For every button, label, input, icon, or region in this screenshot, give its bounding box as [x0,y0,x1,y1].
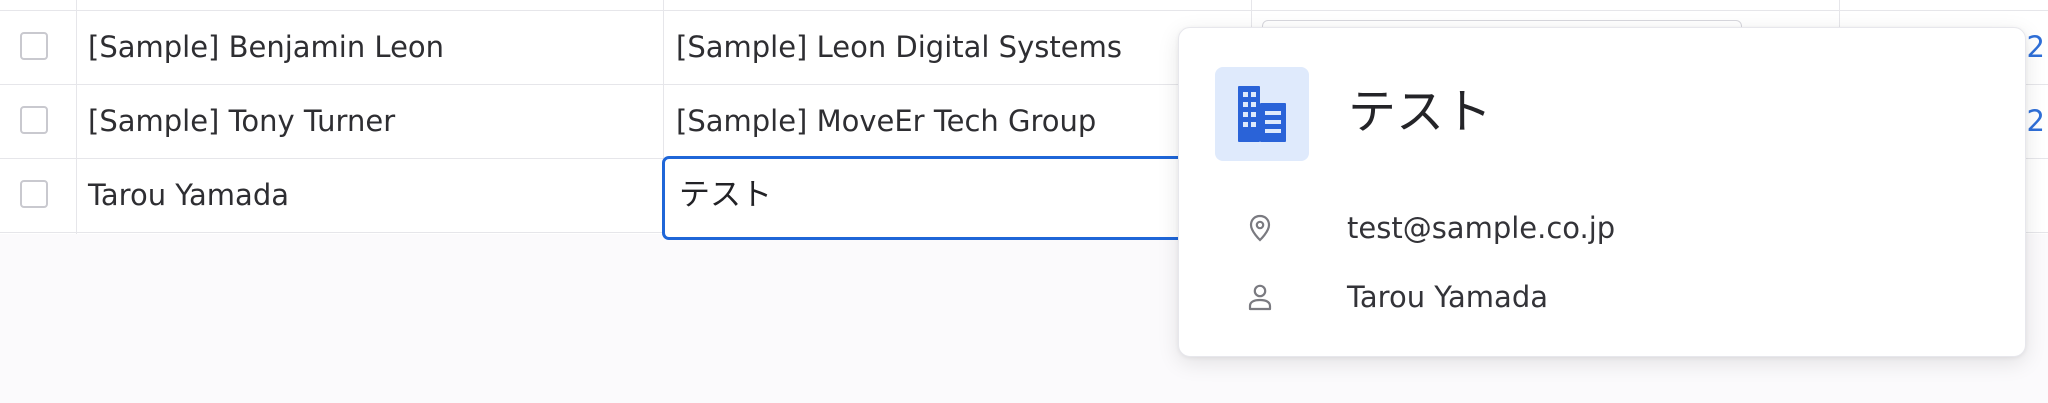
popup-contact-name: Tarou Yamada [1347,280,1549,314]
company-cell-editor-value: テスト [679,177,772,213]
contact-name-cell[interactable]: [Sample] Benjamin Leon [88,11,444,85]
row-checkbox[interactable] [20,32,48,60]
popup-contact-row: Tarou Yamada [1179,269,2027,325]
company-cell-editor[interactable]: テスト [662,156,1202,240]
location-pin-icon [1249,214,1271,242]
company-cell[interactable]: [Sample] MoveEr Tech Group [676,85,1096,159]
contact-name-cell[interactable]: [Sample] Tony Turner [88,85,395,159]
contact-name-cell[interactable]: Tarou Yamada [88,159,289,233]
popup-company-name: テスト [1348,84,1493,140]
popup-email: test@sample.co.jp [1347,211,1616,245]
person-icon [1248,284,1272,311]
row-checkbox[interactable] [20,106,48,134]
row-checkbox[interactable] [20,180,48,208]
building-icon [1215,67,1309,161]
company-preview-popup[interactable]: テスト test@sample.co.jp Tarou Yamada [1178,27,2026,357]
company-cell[interactable]: [Sample] Leon Digital Systems [676,11,1122,85]
popup-email-row: test@sample.co.jp [1179,200,2027,256]
